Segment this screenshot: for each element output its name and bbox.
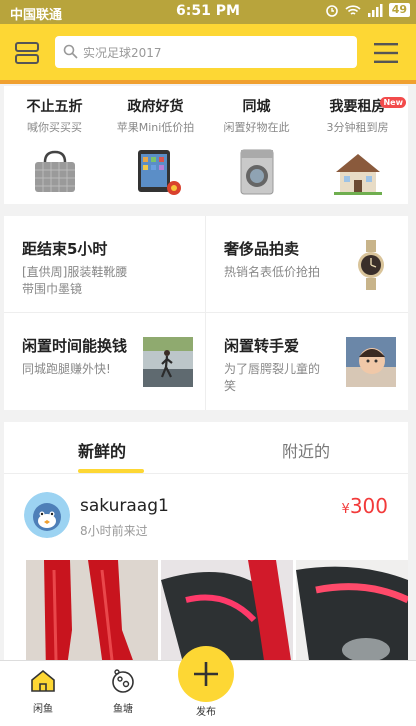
category-row: 不止五折 喊你买买买 政府好货 苹果Mini低价拍 同城 闲置好物在此 我要租房… [4, 86, 408, 204]
promo-desc: [直供周]服装鞋靴腰 带围巾墨镜 [22, 264, 127, 298]
clock: 6:51 PM [176, 3, 240, 19]
alarm-icon [325, 5, 338, 17]
child-photo [346, 337, 396, 387]
watch-image [358, 240, 384, 290]
signal-icon [367, 3, 383, 17]
category-rent[interactable]: 我要租房 New 3分钟租到房 [307, 86, 408, 204]
publish-label: 发布 [196, 707, 216, 718]
search-icon [63, 44, 78, 59]
tab-nearby[interactable]: 附近的 [282, 438, 330, 462]
category-subtitle: 苹果Mini低价拍 [116, 121, 195, 134]
new-badge: New [380, 97, 406, 108]
promo-charity[interactable]: 闲置转手爱 为了唇腭裂儿童的 笑 [206, 313, 408, 410]
category-gov-goods[interactable]: 政府好货 苹果Mini低价拍 [105, 86, 206, 204]
handbag-image [34, 150, 75, 192]
carrier-label: 中国联通 [10, 8, 63, 23]
home-icon [31, 669, 55, 692]
category-title: 政府好货 [127, 99, 184, 115]
washing-machine-image [240, 149, 273, 195]
promo-title: 距结束5小时 [22, 240, 108, 258]
promo-title: 闲置时间能换钱 [22, 337, 128, 355]
feed-tabs: 新鲜的 附近的 [4, 422, 408, 474]
house-image [333, 154, 382, 195]
avatar[interactable] [24, 492, 70, 538]
category-title: 同城 [242, 99, 271, 115]
promo-desc-line: 为了唇腭裂儿童的 [224, 362, 321, 376]
category-subtitle: 闲置好物在此 [223, 121, 290, 134]
wifi-icon [345, 4, 361, 15]
promo-title: 奢侈品拍卖 [224, 240, 300, 258]
category-subtitle: 3分钟租到房 [326, 121, 389, 134]
price-value: 300 [349, 494, 388, 518]
plus-icon [194, 662, 218, 686]
promo-desc-line: 带围巾墨镜 [22, 282, 83, 296]
promo-countdown[interactable]: 距结束5小时 [直供周]服装鞋靴腰 带围巾墨镜 [4, 216, 206, 313]
promo-desc: 同城跑腿赚外快! [22, 362, 111, 376]
promo-desc: 热销名表低价抢拍 [224, 265, 321, 279]
search-bar[interactable]: 实况足球2017 [55, 36, 357, 68]
category-discount[interactable]: 不止五折 喊你买买买 [4, 86, 105, 204]
fish-pond-icon [112, 669, 134, 693]
boot-closeup-photo [296, 560, 408, 674]
promo-luxury-auction[interactable]: 奢侈品拍卖 热销名表低价抢拍 [206, 216, 408, 313]
nav-fish-pond[interactable]: 鱼塘 [98, 669, 148, 715]
nav-label: 鱼塘 [113, 704, 133, 715]
category-local[interactable]: 同城 闲置好物在此 [206, 86, 307, 204]
feed-item[interactable]: sakuraag1 8小时前来过 ¥300 [4, 474, 408, 674]
category-subtitle: 喊你买买买 [27, 121, 82, 134]
search-placeholder: 实况足球2017 [83, 46, 162, 60]
seller-username[interactable]: sakuraag1 [80, 496, 169, 516]
promo-desc-line: [直供周]服装鞋靴腰 [22, 265, 128, 279]
header-accent-strip [0, 80, 416, 84]
active-tab-indicator [78, 469, 144, 473]
nav-home[interactable]: 闲鱼 [18, 669, 68, 715]
hamburger-menu-icon[interactable] [374, 42, 398, 64]
status-bar: 中国联通 6:51 PM 49 [0, 0, 416, 24]
tab-fresh[interactable]: 新鲜的 [78, 438, 126, 462]
ipad-image [137, 150, 181, 195]
category-menu-icon[interactable] [14, 41, 40, 65]
runner-photo [143, 337, 193, 387]
promo-desc-line: 笑 [224, 379, 237, 393]
publish-button[interactable] [178, 646, 234, 702]
currency-symbol: ¥ [341, 502, 350, 517]
status-icons: 49 [325, 3, 410, 17]
nav-label: 闲鱼 [33, 704, 53, 715]
battery-level: 49 [388, 3, 410, 17]
promo-errands[interactable]: 闲置时间能换钱 同城跑腿赚外快! [4, 313, 206, 410]
red-boots-photo [26, 560, 158, 674]
category-title: 不止五折 [26, 99, 83, 115]
top-header: 实况足球2017 [0, 24, 416, 82]
promo-title: 闲置转手爱 [224, 337, 300, 355]
last-active-time: 8小时前来过 [80, 524, 148, 538]
item-price: ¥300 [342, 494, 388, 518]
promo-desc: 为了唇腭裂儿童的 笑 [224, 361, 320, 395]
promo-grid: 距结束5小时 [直供周]服装鞋靴腰 带围巾墨镜 奢侈品拍卖 热销名表低价抢拍 闲… [4, 216, 408, 410]
